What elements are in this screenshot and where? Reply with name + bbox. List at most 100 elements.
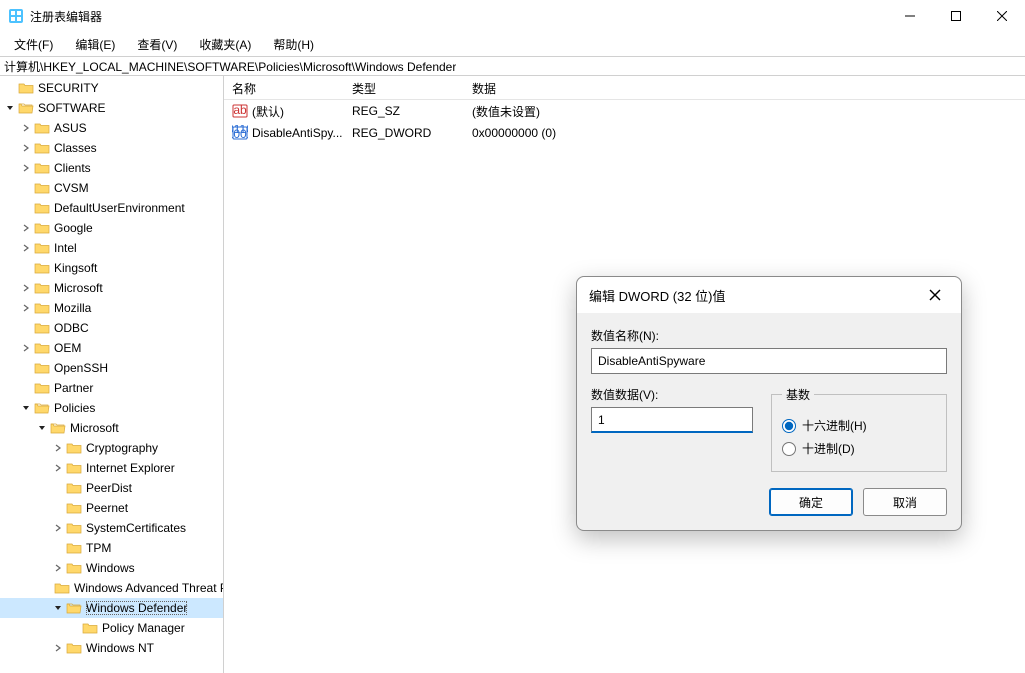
tree-item-label: SOFTWARE xyxy=(38,101,106,115)
tree-item[interactable]: Classes xyxy=(0,138,223,158)
tree-item[interactable]: Peernet xyxy=(0,498,223,518)
tree-item-label: Internet Explorer xyxy=(86,461,175,475)
ok-button[interactable]: 确定 xyxy=(769,488,853,516)
tree-item[interactable]: Windows xyxy=(0,558,223,578)
tree-item-label: OpenSSH xyxy=(54,361,108,375)
tree-item[interactable]: Microsoft xyxy=(0,418,223,438)
tree-item[interactable]: Policy Manager xyxy=(0,618,223,638)
radio-dec-row[interactable]: 十进制(D) xyxy=(782,440,936,457)
col-header-data[interactable]: 数据 xyxy=(464,76,1025,99)
tree-item-label: Windows NT xyxy=(86,641,154,655)
tree-item[interactable]: Internet Explorer xyxy=(0,458,223,478)
tree-item[interactable]: Policies xyxy=(0,398,223,418)
svg-text:1001: 1001 xyxy=(232,127,248,141)
tree-item[interactable]: Intel xyxy=(0,238,223,258)
col-header-name[interactable]: 名称 xyxy=(224,76,344,99)
chevron-right-icon[interactable] xyxy=(20,223,32,233)
tree-item[interactable]: Windows Defender xyxy=(0,598,223,618)
chevron-down-icon[interactable] xyxy=(20,403,32,413)
value-type: REG_DWORD xyxy=(344,126,464,140)
chevron-right-icon[interactable] xyxy=(20,143,32,153)
folder-icon xyxy=(34,201,50,215)
close-button[interactable] xyxy=(979,0,1025,32)
col-header-type[interactable]: 类型 xyxy=(344,76,464,99)
chevron-down-icon[interactable] xyxy=(36,423,48,433)
chevron-right-icon[interactable] xyxy=(20,283,32,293)
folder-icon xyxy=(34,221,50,235)
tree-item[interactable]: DefaultUserEnvironment xyxy=(0,198,223,218)
chevron-right-icon[interactable] xyxy=(20,123,32,133)
menu-favorites[interactable]: 收藏夹(A) xyxy=(195,34,255,55)
tree-item[interactable]: Mozilla xyxy=(0,298,223,318)
tree-item[interactable]: Windows Advanced Threat Protection xyxy=(0,578,223,598)
tree-item-label: DefaultUserEnvironment xyxy=(54,201,185,215)
tree-item[interactable]: Clients xyxy=(0,158,223,178)
dialog-title: 编辑 DWORD (32 位)值 xyxy=(589,286,921,305)
list-header: 名称 类型 数据 xyxy=(224,76,1025,100)
tree-item[interactable]: SECURITY xyxy=(0,78,223,98)
cancel-button[interactable]: 取消 xyxy=(863,488,947,516)
tree-item[interactable]: Partner xyxy=(0,378,223,398)
base-legend: 基数 xyxy=(782,386,814,403)
folder-icon xyxy=(18,101,34,115)
tree-item[interactable]: Windows NT xyxy=(0,638,223,658)
menu-help[interactable]: 帮助(H) xyxy=(269,34,318,55)
address-path: 计算机\HKEY_LOCAL_MACHINE\SOFTWARE\Policies… xyxy=(4,58,456,75)
value-name-input[interactable] xyxy=(591,348,947,374)
tree-item[interactable]: CVSM xyxy=(0,178,223,198)
chevron-down-icon[interactable] xyxy=(4,103,16,113)
tree-item-label: Classes xyxy=(54,141,97,155)
radio-hex-row[interactable]: 十六进制(H) xyxy=(782,417,936,434)
tree-item[interactable]: PeerDist xyxy=(0,478,223,498)
chevron-right-icon[interactable] xyxy=(20,343,32,353)
menu-file[interactable]: 文件(F) xyxy=(10,34,57,55)
tree-item-label: CVSM xyxy=(54,181,89,195)
chevron-right-icon[interactable] xyxy=(52,443,64,453)
reg-binary-icon: 01101001 xyxy=(232,125,248,141)
menu-edit[interactable]: 编辑(E) xyxy=(71,34,119,55)
value-data: (数值未设置) xyxy=(464,103,1025,120)
tree-item-label: SECURITY xyxy=(38,81,99,95)
tree-item[interactable]: Google xyxy=(0,218,223,238)
folder-icon xyxy=(18,81,34,95)
tree-item-label: Kingsoft xyxy=(54,261,97,275)
chevron-right-icon[interactable] xyxy=(52,563,64,573)
tree-item[interactable]: SystemCertificates xyxy=(0,518,223,538)
value-data-input[interactable] xyxy=(591,407,753,433)
tree-item-label: Windows Advanced Threat Protection xyxy=(74,581,224,595)
radio-hex[interactable] xyxy=(782,419,796,433)
tree-item[interactable]: Cryptography xyxy=(0,438,223,458)
chevron-right-icon[interactable] xyxy=(52,463,64,473)
chevron-right-icon[interactable] xyxy=(20,243,32,253)
address-bar[interactable]: 计算机\HKEY_LOCAL_MACHINE\SOFTWARE\Policies… xyxy=(0,56,1025,76)
tree-pane[interactable]: SECURITY SOFTWARE ASUS Classes Clients CVSM De… xyxy=(0,76,224,673)
list-row[interactable]: ab(默认)REG_SZ(数值未设置) xyxy=(224,100,1025,122)
folder-icon xyxy=(34,401,50,415)
tree-item-label: Intel xyxy=(54,241,77,255)
chevron-right-icon[interactable] xyxy=(20,163,32,173)
maximize-button[interactable] xyxy=(933,0,979,32)
tree-item[interactable]: ODBC xyxy=(0,318,223,338)
tree-item[interactable]: OEM xyxy=(0,338,223,358)
tree-item[interactable]: Kingsoft xyxy=(0,258,223,278)
list-row[interactable]: 01101001DisableAntiSpy...REG_DWORD0x0000… xyxy=(224,122,1025,144)
chevron-right-icon[interactable] xyxy=(20,303,32,313)
tree-item[interactable]: SOFTWARE xyxy=(0,98,223,118)
tree-item-label: SystemCertificates xyxy=(86,521,186,535)
tree-item[interactable]: Microsoft xyxy=(0,278,223,298)
minimize-button[interactable] xyxy=(887,0,933,32)
folder-icon xyxy=(34,281,50,295)
chevron-down-icon[interactable] xyxy=(52,603,64,613)
radio-dec[interactable] xyxy=(782,442,796,456)
tree-item[interactable]: OpenSSH xyxy=(0,358,223,378)
dialog-close-button[interactable] xyxy=(921,281,949,309)
tree-item[interactable]: TPM xyxy=(0,538,223,558)
folder-icon xyxy=(34,141,50,155)
menu-bar: 文件(F) 编辑(E) 查看(V) 收藏夹(A) 帮助(H) xyxy=(0,32,1025,56)
chevron-right-icon[interactable] xyxy=(52,523,64,533)
menu-view[interactable]: 查看(V) xyxy=(133,34,181,55)
tree-item-label: Partner xyxy=(54,381,93,395)
tree-item[interactable]: ASUS xyxy=(0,118,223,138)
folder-icon xyxy=(34,241,50,255)
chevron-right-icon[interactable] xyxy=(52,643,64,653)
